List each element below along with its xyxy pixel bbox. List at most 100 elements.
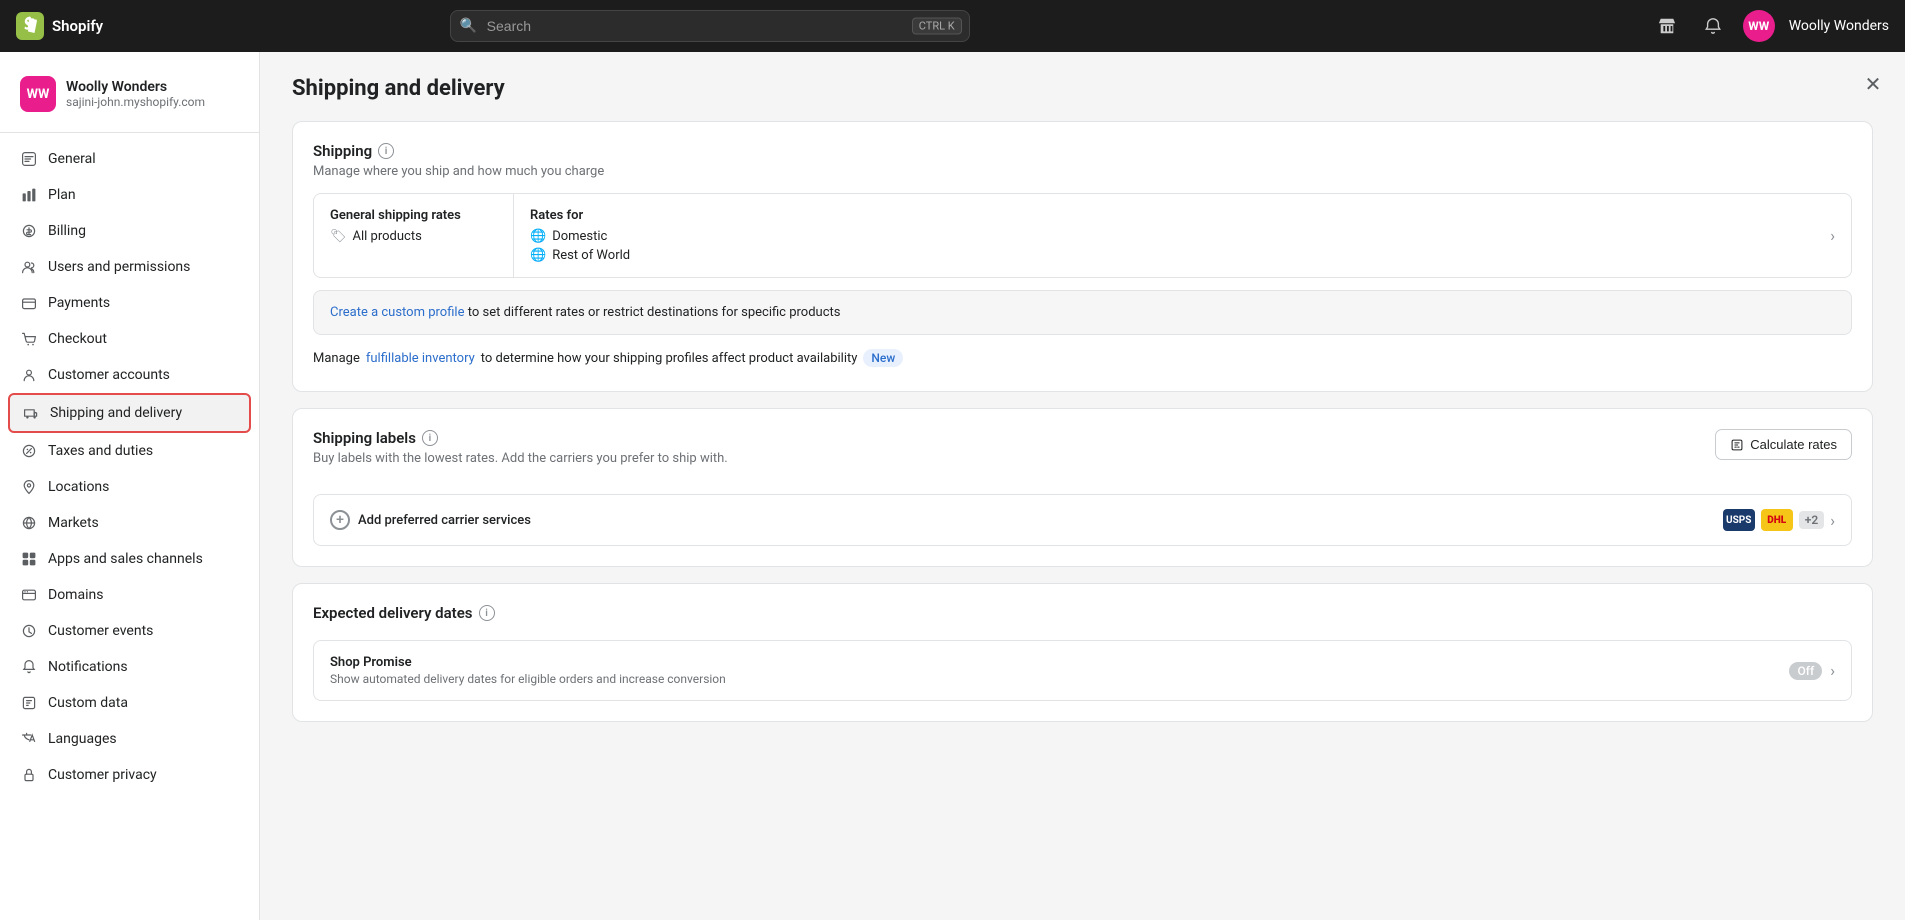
sidebar-item-apps[interactable]: Apps and sales channels (0, 541, 259, 577)
customer-privacy-label: Customer privacy (48, 767, 239, 783)
delivery-dates-info-icon[interactable]: i (479, 605, 495, 621)
delivery-dates-title: Expected delivery dates i (313, 604, 495, 622)
bell-icon (1704, 17, 1722, 35)
sidebar-item-customer-privacy[interactable]: Customer privacy (0, 757, 259, 793)
customer-accounts-label: Customer accounts (48, 367, 239, 383)
store-url: sajini-john.myshopify.com (66, 95, 205, 109)
carrier-services-row[interactable]: + Add preferred carrier services USPS DH… (313, 494, 1852, 546)
users-icon (20, 258, 38, 276)
search-icon: 🔍 (460, 18, 477, 34)
billing-label: Billing (48, 223, 239, 239)
custom-data-icon (20, 694, 38, 712)
labels-info-icon[interactable]: i (422, 430, 438, 446)
rates-right: Rates for 🌐 Domestic 🌐 Rest of World (514, 194, 1851, 277)
sidebar-item-shipping[interactable]: Shipping and delivery (8, 393, 251, 433)
domestic-label: Domestic (552, 229, 607, 244)
sidebar-item-plan[interactable]: Plan (0, 177, 259, 213)
notifications-bell-button[interactable] (1697, 10, 1729, 42)
shopify-logo[interactable]: Shopify (16, 12, 103, 40)
sidebar-item-markets[interactable]: Markets (0, 505, 259, 541)
customer-events-icon (20, 622, 38, 640)
sidebar-item-domains[interactable]: Domains (0, 577, 259, 613)
store-info: Woolly Wonders sajini-john.myshopify.com (66, 79, 205, 109)
sidebar-item-taxes[interactable]: Taxes and duties (0, 433, 259, 469)
plan-icon (20, 186, 38, 204)
shop-promise-right: Off › (1789, 661, 1835, 680)
rest-of-world-label: Rest of World (552, 248, 630, 263)
brand-name: Shopify (52, 17, 103, 35)
sidebar-item-languages[interactable]: Languages (0, 721, 259, 757)
sidebar-item-general[interactable]: General (0, 141, 259, 177)
usps-badge: USPS (1723, 509, 1755, 531)
general-rates-label: General shipping rates (330, 208, 497, 223)
page-layout: WW Woolly Wonders sajini-john.myshopify.… (0, 52, 1905, 920)
domains-icon (20, 586, 38, 604)
customer-privacy-icon (20, 766, 38, 784)
customer-events-label: Customer events (48, 623, 239, 639)
modal-close-button[interactable]: ✕ (1857, 68, 1889, 100)
sidebar-item-customer-accounts[interactable]: Customer accounts (0, 357, 259, 393)
notifications-label: Notifications (48, 659, 239, 675)
markets-label: Markets (48, 515, 239, 531)
add-carrier-icon: + (330, 510, 350, 530)
sidebar-item-billing[interactable]: Billing (0, 213, 259, 249)
page-title: Shipping and delivery (292, 76, 1873, 101)
checkout-icon (20, 330, 38, 348)
locations-label: Locations (48, 479, 239, 495)
create-custom-profile-link[interactable]: Create a custom profile (330, 305, 464, 320)
labels-title-group: Shipping labels i Buy labels with the lo… (313, 429, 728, 480)
user-avatar[interactable]: WW (1743, 10, 1775, 42)
shipping-info-icon[interactable]: i (378, 143, 394, 159)
carrier-chevron-right: › (1830, 511, 1835, 530)
sidebar-item-payments[interactable]: Payments (0, 285, 259, 321)
users-label: Users and permissions (48, 259, 239, 275)
labels-section-subtitle: Buy labels with the lowest rates. Add th… (313, 451, 728, 466)
checkout-label: Checkout (48, 331, 239, 347)
custom-profile-row: Create a custom profile to set different… (313, 290, 1852, 335)
sidebar-item-checkout[interactable]: Checkout (0, 321, 259, 357)
fulfillable-inventory-link[interactable]: fulfillable inventory (366, 351, 475, 366)
sidebar-item-customer-events[interactable]: Customer events (0, 613, 259, 649)
taxes-icon (20, 442, 38, 460)
carrier-plus-count: +2 (1799, 511, 1824, 529)
sidebar-item-users[interactable]: Users and permissions (0, 249, 259, 285)
shopify-logo-icon (16, 12, 44, 40)
new-badge: New (863, 349, 903, 367)
delivery-dates-section: Expected delivery dates i Shop Promise S… (293, 584, 1872, 721)
general-icon (20, 150, 38, 168)
apps-label: Apps and sales channels (48, 551, 239, 567)
rates-chevron-right: › (1830, 226, 1835, 245)
username-label[interactable]: Woolly Wonders (1789, 18, 1889, 34)
all-products-row: 🏷 All products (330, 229, 497, 244)
destination-domestic: 🌐 Domestic (530, 229, 630, 244)
sidebar-item-notifications[interactable]: Notifications (0, 649, 259, 685)
apps-icon (20, 550, 38, 568)
languages-icon (20, 730, 38, 748)
shop-promise-row[interactable]: Shop Promise Show automated delivery dat… (313, 640, 1852, 701)
dhl-badge: DHL (1761, 509, 1793, 531)
shipping-card: Shipping i Manage where you ship and how… (292, 121, 1873, 392)
custom-profile-suffix: to set different rates or restrict desti… (468, 305, 841, 320)
customer-accounts-icon (20, 366, 38, 384)
labels-section-title: Shipping labels i (313, 429, 728, 447)
search-shortcut: CTRL K (912, 18, 962, 35)
sidebar-item-locations[interactable]: Locations (0, 469, 259, 505)
rates-for-label: Rates for (530, 208, 630, 223)
delivery-dates-header: Expected delivery dates i (313, 604, 1852, 626)
manage-inventory-row: Manage fulfillable inventory to determin… (313, 335, 1852, 371)
shipping-icon (22, 404, 40, 422)
plan-label: Plan (48, 187, 239, 203)
search-input[interactable] (450, 10, 970, 42)
store-icon-button[interactable] (1651, 10, 1683, 42)
sidebar-item-custom-data[interactable]: Custom data (0, 685, 259, 721)
languages-label: Languages (48, 731, 239, 747)
shipping-section-subtitle: Manage where you ship and how much you c… (313, 164, 1852, 179)
destination-list: 🌐 Domestic 🌐 Rest of World (530, 229, 630, 263)
calculator-icon (1730, 438, 1744, 452)
notifications-icon (20, 658, 38, 676)
general-label: General (48, 151, 239, 167)
shipping-rates-box[interactable]: General shipping rates 🏷 All products Ra… (313, 193, 1852, 278)
search-bar: 🔍 CTRL K (450, 10, 970, 42)
custom-data-label: Custom data (48, 695, 239, 711)
calculate-rates-button[interactable]: Calculate rates (1715, 429, 1852, 460)
